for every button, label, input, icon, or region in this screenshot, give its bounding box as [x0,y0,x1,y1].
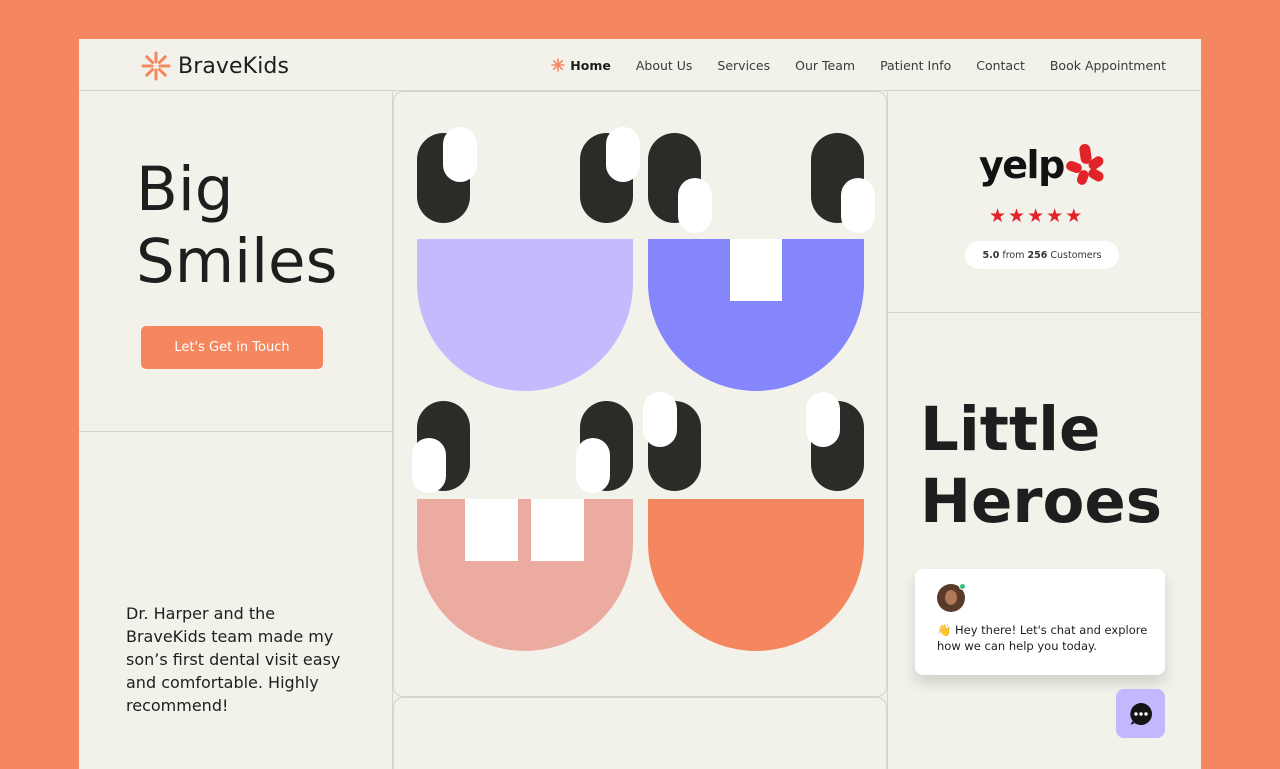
review-count: 256 [1027,249,1048,261]
nav-item-patient-info[interactable]: Patient Info [880,58,951,73]
yelp-burst-icon [1065,143,1104,185]
avatar-face [945,590,957,605]
star-icon: ★ [989,205,1007,227]
face-lavender [417,127,640,391]
logo[interactable]: BraveKids [140,50,289,82]
testimonial-quote: Dr. Harper and the BraveKids team made m… [126,604,341,715]
faces-card [393,91,887,697]
nav-label: Home [570,57,611,73]
rating-customers: Customers [1050,249,1102,261]
secondary-title-line: Heroes [920,466,1163,537]
chat-dots-icon [1129,702,1152,725]
nav-item-contact[interactable]: Contact [976,58,1025,73]
star-icon: ★ [1008,205,1026,227]
hero-title-line: Big [136,154,234,225]
star-icon: ★ [1046,205,1064,227]
secondary-title-line: Little [920,394,1101,465]
divider [79,431,393,432]
face-orange [643,392,864,651]
rating-from: from [1002,249,1025,261]
review-summary: 5.0 from 256 Customers [965,241,1119,269]
star-icon: ★ [1027,205,1045,227]
hero-title-line: Smiles [136,226,338,297]
yelp-wordmark: yelp [979,143,1065,187]
rating-stars: ★ ★ ★ ★ ★ [989,207,1084,226]
nav-item-home[interactable]: Home [551,58,611,73]
secondary-title: Little Heroes [920,394,1162,538]
star-icon: ★ [1065,205,1083,227]
brand-name: BraveKids [178,53,290,79]
sparkle-logo-icon [141,51,171,81]
site-frame: BraveKids Home About Us Services Our Tea… [79,39,1201,769]
sparkle-icon [551,58,566,72]
open-chat-button[interactable] [1116,689,1165,738]
header: BraveKids Home About Us Services Our Tea… [79,39,1201,91]
hero-title: Big Smiles [136,154,337,298]
nav-item-our-team[interactable]: Our Team [795,58,855,73]
nav-item-services[interactable]: Services [717,58,770,73]
center-card-lower [393,697,887,769]
nav-item-book-appointment[interactable]: Book Appointment [1050,58,1166,73]
chat-message: 👋 Hey there! Let's chat and explore how … [937,623,1148,653]
chat-greeting-bubble[interactable]: 👋 Hey there! Let's chat and explore how … [915,569,1165,675]
nav-item-about-us[interactable]: About Us [636,58,693,73]
face-pink [412,401,633,651]
online-status-dot [959,583,966,590]
smiling-faces-illustration [412,127,875,651]
divider [887,312,1201,313]
yelp-logo[interactable]: yelp [979,142,1106,188]
face-blue [648,133,875,391]
main-nav: Home About Us Services Our Team Patient … [551,39,1201,91]
get-in-touch-button[interactable]: Let's Get in Touch [141,326,323,369]
rating-value: 5.0 [982,249,1000,261]
